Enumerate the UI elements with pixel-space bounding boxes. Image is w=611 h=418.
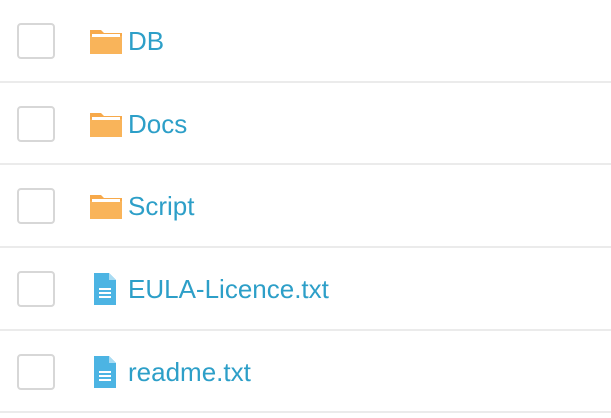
folder-icon <box>88 107 124 141</box>
list-item[interactable]: Script <box>0 165 611 248</box>
text-file-icon <box>92 271 118 307</box>
item-name-link[interactable]: readme.txt <box>128 353 251 391</box>
item-name-link[interactable]: Script <box>128 187 194 225</box>
list-item[interactable]: readme.txt <box>0 331 611 413</box>
file-list: DB Docs Script EULA-Licence.txt readme.t… <box>0 0 611 418</box>
row-checkbox[interactable] <box>17 23 55 59</box>
row-checkbox[interactable] <box>17 188 55 224</box>
item-name-link[interactable]: Docs <box>128 105 187 143</box>
list-item[interactable]: EULA-Licence.txt <box>0 248 611 331</box>
item-name-link[interactable]: DB <box>128 22 164 60</box>
folder-icon <box>88 189 124 223</box>
folder-icon <box>88 24 124 58</box>
row-checkbox[interactable] <box>17 354 55 390</box>
text-file-icon <box>92 354 118 390</box>
row-checkbox[interactable] <box>17 106 55 142</box>
list-item[interactable]: Docs <box>0 83 611 165</box>
list-item[interactable]: DB <box>0 0 611 83</box>
item-name-link[interactable]: EULA-Licence.txt <box>128 270 329 308</box>
row-checkbox[interactable] <box>17 271 55 307</box>
